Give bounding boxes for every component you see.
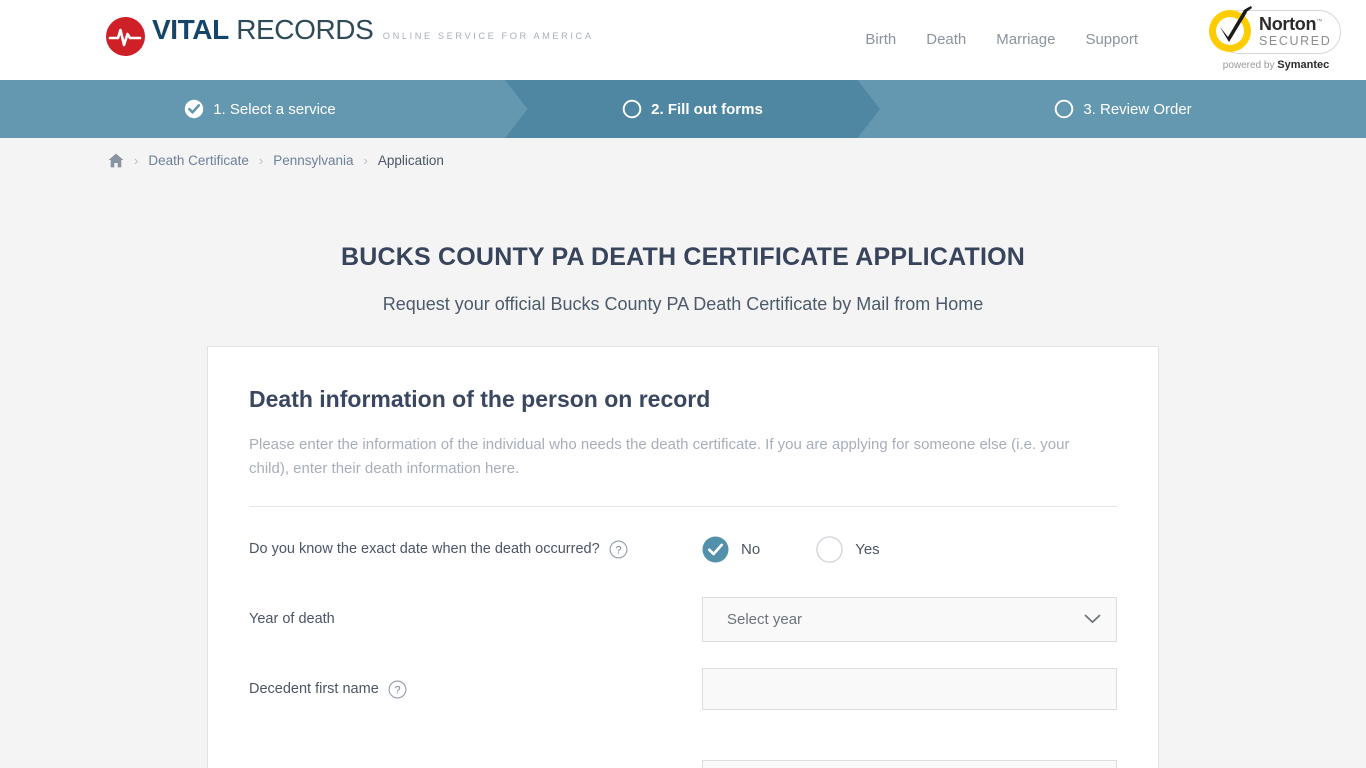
application-form-card: Death information of the person on recor… [207, 346, 1159, 768]
form-section-description: Please enter the information of the indi… [249, 436, 1070, 477]
norton-powered-prefix: powered by [1222, 60, 1278, 71]
field-first-name [702, 668, 1117, 710]
norton-checkmark-icon [1220, 6, 1252, 42]
heartbeat-circle-icon [106, 17, 145, 56]
svg-text:?: ? [394, 684, 400, 696]
breadcrumb-separator: › [258, 152, 264, 168]
question-mark-circle-icon[interactable]: ? [388, 680, 407, 699]
nav-item-marriage[interactable]: Marriage [996, 29, 1055, 51]
form-row-year-of-death: Year of death Select year [249, 591, 1117, 647]
nav-item-support[interactable]: Support [1085, 29, 1138, 51]
label-exact-date: Do you know the exact date when the deat… [249, 539, 702, 559]
page-subtitle: Request your official Bucks County PA De… [382, 294, 984, 314]
step-label-2: 2. Fill out forms [651, 100, 763, 118]
label-year-of-death-text: Year of death [249, 611, 335, 627]
decedent-first-name-input[interactable] [702, 668, 1117, 710]
field-year-of-death: Select year [702, 596, 1117, 642]
question-mark-circle-icon[interactable]: ? [609, 540, 628, 559]
norton-powered-brand: Symantec [1277, 59, 1330, 71]
radio-option-no[interactable]: No [702, 536, 760, 563]
logo-word-records: RECORDS [228, 14, 374, 45]
norton-powered-by: powered by Symantec [1201, 59, 1351, 72]
section-divider [249, 506, 1117, 507]
form-row-middle-name: Decedent middle name ? [249, 753, 1117, 768]
label-first-name: Decedent first name ? [249, 679, 702, 699]
radio-label-no: No [741, 540, 761, 558]
breadcrumb: › Death Certificate › Pennsylvania › App… [0, 138, 1366, 182]
site-header: VITAL RECORDS ONLINE SERVICE FOR AMERICA… [0, 0, 1366, 80]
nav-item-birth[interactable]: Birth [865, 29, 896, 51]
svg-text:?: ? [615, 544, 621, 556]
nav-item-death[interactable]: Death [926, 29, 966, 51]
breadcrumb-item-pennsylvania[interactable]: Pennsylvania [273, 153, 353, 168]
norton-secured-label: SECURED [1259, 34, 1332, 48]
label-first-name-text: Decedent first name [249, 681, 379, 697]
radio-label-yes: Yes [855, 540, 880, 558]
page-title: BUCKS COUNTY PA DEATH CERTIFICATE APPLIC… [341, 243, 1025, 271]
progress-step-bar: 1. Select a service 2. Fill out forms 3.… [0, 80, 1366, 138]
radio-selected-icon [702, 536, 729, 562]
breadcrumb-home-link[interactable] [108, 153, 124, 168]
radio-option-yes[interactable]: Yes [816, 535, 880, 563]
norton-brand-name: Norton [1259, 14, 1317, 34]
logo-word-vital: VITAL [152, 14, 229, 45]
step-select-a-service[interactable]: 1. Select a service [0, 80, 520, 138]
form-row-first-name: Decedent first name ? [249, 661, 1117, 717]
decedent-middle-name-input[interactable] [702, 760, 1117, 768]
circle-outline-icon [622, 99, 642, 119]
check-circle-filled-icon [185, 99, 204, 119]
site-logo[interactable]: VITAL RECORDS ONLINE SERVICE FOR AMERICA [106, 14, 594, 56]
radio-unselected-icon [816, 535, 843, 563]
logo-tagline: ONLINE SERVICE FOR AMERICA [382, 31, 594, 41]
label-year-of-death: Year of death [249, 609, 702, 629]
main-navigation: Birth Death Marriage Support [865, 29, 1138, 51]
step-label-3: 3. Review Order [1083, 100, 1192, 118]
breadcrumb-separator: › [134, 152, 139, 168]
step-label-1: 1. Select a service [213, 100, 336, 118]
norton-trademark: ™ [1316, 19, 1322, 25]
radio-group-exact-date: No Yes [702, 535, 880, 563]
step-review-order[interactable]: 3. Review Order [880, 80, 1366, 138]
circle-outline-icon [1055, 99, 1074, 119]
step-fill-out-forms[interactable]: 2. Fill out forms [505, 80, 880, 138]
form-row-exact-date: Do you know the exact date when the deat… [249, 521, 1117, 577]
form-section-title: Death information of the person on recor… [249, 386, 711, 412]
label-exact-date-text: Do you know the exact date when the deat… [249, 541, 600, 557]
chevron-down-icon [1084, 614, 1101, 623]
breadcrumb-item-application: Application [377, 152, 444, 168]
field-middle-name [702, 760, 1117, 768]
breadcrumb-separator: › [363, 152, 368, 168]
home-icon [108, 153, 124, 167]
year-of-death-select[interactable]: Select year [702, 596, 1117, 642]
year-of-death-selected-value: Select year [727, 610, 803, 628]
norton-secured-badge[interactable]: Norton™ SECURED powered by Symantec [1201, 4, 1351, 76]
breadcrumb-item-death-certificate[interactable]: Death Certificate [148, 153, 249, 168]
